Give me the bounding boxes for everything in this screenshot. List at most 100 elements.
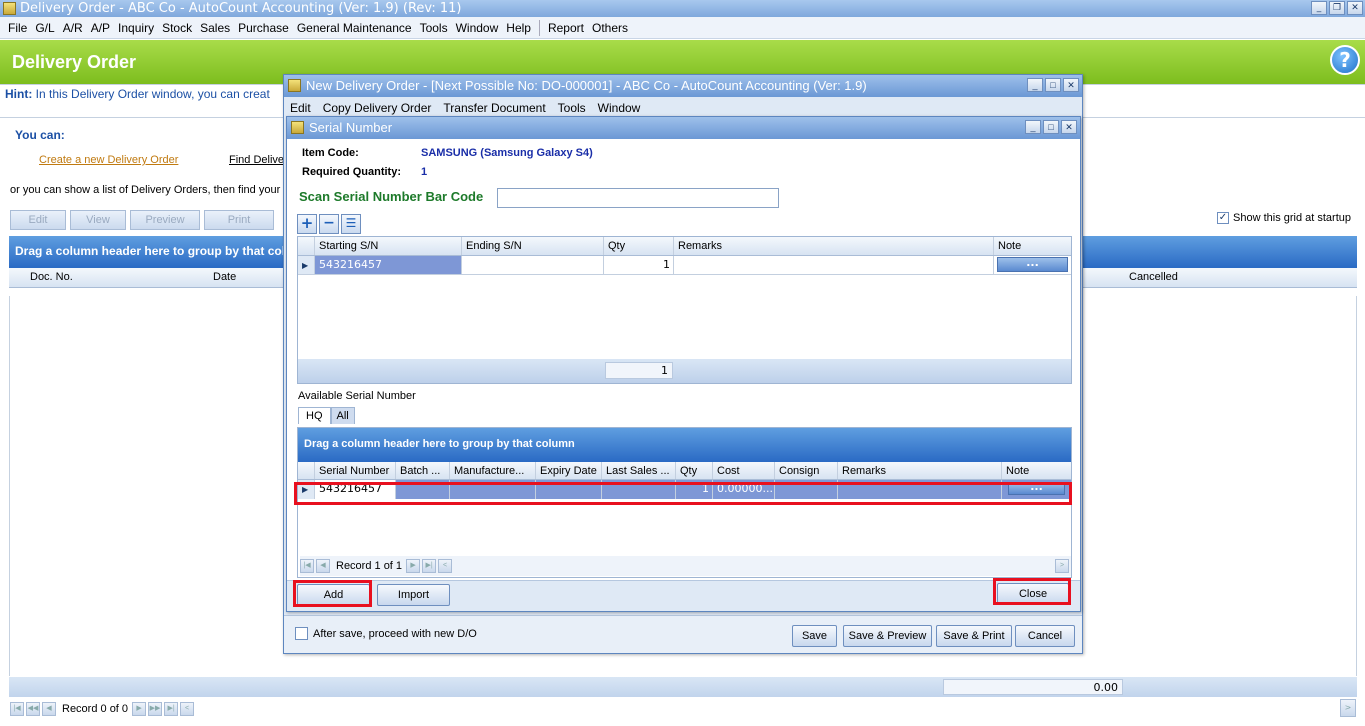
next-page-icon[interactable]: ▶▶ (148, 702, 163, 716)
new-do-close-button[interactable]: ✕ (1063, 78, 1079, 92)
menu-ap[interactable]: A/P (87, 21, 114, 35)
serial-minimize-button[interactable]: _ (1025, 120, 1041, 134)
remarks-cell[interactable] (674, 256, 994, 274)
show-grid-checkbox[interactable]: ✓ (1217, 212, 1229, 224)
after-save-checkbox[interactable] (295, 627, 308, 640)
do-menu-transfer[interactable]: Transfer Document (443, 97, 545, 115)
col-expiry-date[interactable]: Expiry Date (536, 462, 602, 479)
col-note[interactable]: Note (994, 237, 1071, 255)
table-row[interactable]: ▶ 543216457 1 ... (298, 256, 1071, 275)
col-ending-sn[interactable]: Ending S/N (462, 237, 604, 255)
note-cell: ... (994, 256, 1071, 274)
save-button[interactable]: Save (792, 625, 837, 647)
new-do-minimize-button[interactable]: _ (1027, 78, 1043, 92)
menu-help[interactable]: Help (502, 21, 535, 35)
col-consign[interactable]: Consign (775, 462, 838, 479)
serial-entry-grid: Starting S/N Ending S/N Qty Remarks Note… (297, 236, 1072, 384)
menu-purchase[interactable]: Purchase (234, 21, 293, 35)
serial-body: Item Code: SAMSUNG (Samsung Galaxy S4) R… (287, 139, 1080, 611)
first-record-icon[interactable]: |◀ (300, 559, 314, 573)
qty-cell[interactable]: 1 (604, 256, 674, 274)
print-button[interactable]: Print (204, 210, 274, 230)
new-do-maximize-button[interactable]: □ (1045, 78, 1061, 92)
menu-inquiry[interactable]: Inquiry (114, 21, 158, 35)
col-remarks[interactable]: Remarks (674, 237, 994, 255)
cancel-button[interactable]: Cancel (1015, 625, 1075, 647)
help-icon[interactable]: ? (1330, 45, 1360, 75)
insert-row-icon[interactable]: ☰ (341, 214, 361, 234)
after-save-option[interactable]: After save, proceed with new D/O (295, 627, 477, 640)
serial-maximize-button[interactable]: □ (1043, 120, 1059, 134)
scan-barcode-input[interactable] (497, 188, 779, 208)
col-date[interactable]: Date (213, 268, 236, 287)
col-manufacture[interactable]: Manufacture... (450, 462, 536, 479)
menu-ar[interactable]: A/R (59, 21, 87, 35)
serial-close-button[interactable]: ✕ (1061, 120, 1077, 134)
do-menu-tools[interactable]: Tools (558, 97, 586, 115)
do-menu-copy[interactable]: Copy Delivery Order (323, 97, 432, 115)
save-print-button[interactable]: Save & Print (936, 625, 1012, 647)
you-can-label: You can: (15, 128, 65, 142)
show-grid-label: Show this grid at startup (1233, 212, 1352, 224)
item-code-value: SAMSUNG (Samsung Galaxy S4) (421, 147, 593, 159)
prev-record-icon[interactable]: ◀ (316, 559, 330, 573)
scroll-right-icon[interactable]: > (1340, 699, 1356, 717)
row-indicator-icon: ▶ (298, 256, 315, 274)
col-cost[interactable]: Cost (713, 462, 775, 479)
next-record-icon[interactable]: ▶ (132, 702, 147, 716)
note-button[interactable]: ... (997, 257, 1068, 272)
minimize-button[interactable]: _ (1311, 1, 1327, 15)
highlight-available-row (294, 482, 1072, 505)
starting-sn-cell[interactable]: 543216457 (315, 256, 462, 274)
tab-all[interactable]: All (330, 407, 355, 424)
scroll-left-icon[interactable]: < (180, 702, 195, 716)
menu-window[interactable]: Window (452, 21, 503, 35)
col-last-sales[interactable]: Last Sales ... (602, 462, 676, 479)
last-record-icon[interactable]: ▶| (422, 559, 437, 573)
menu-stock[interactable]: Stock (158, 21, 196, 35)
col-avail-remarks[interactable]: Remarks (838, 462, 1002, 479)
menu-tools[interactable]: Tools (416, 21, 452, 35)
hint-label: Hint: (5, 87, 33, 101)
scroll-left-icon[interactable]: < (438, 559, 453, 573)
restore-button[interactable]: ❐ (1329, 1, 1345, 15)
ending-sn-cell[interactable] (462, 256, 604, 274)
first-record-icon[interactable]: |◀ (10, 702, 24, 716)
col-avail-note[interactable]: Note (1002, 462, 1071, 479)
create-do-link[interactable]: Create a new Delivery Order (39, 154, 178, 166)
col-batch[interactable]: Batch ... (396, 462, 450, 479)
last-record-icon[interactable]: ▶| (164, 702, 179, 716)
import-button[interactable]: Import (377, 584, 450, 606)
scroll-right-icon[interactable]: > (1055, 559, 1069, 573)
menu-others[interactable]: Others (588, 21, 632, 35)
prev-page-icon[interactable]: ◀◀ (26, 702, 40, 716)
view-button[interactable]: View (70, 210, 126, 230)
close-button[interactable]: ✕ (1347, 1, 1363, 15)
find-do-link[interactable]: Find Delive (229, 154, 284, 166)
col-cancelled[interactable]: Cancelled (1129, 268, 1178, 287)
preview-button[interactable]: Preview (130, 210, 200, 230)
prev-record-icon[interactable]: ◀ (42, 702, 56, 716)
scan-barcode-label: Scan Serial Number Bar Code (299, 189, 484, 204)
menu-sales[interactable]: Sales (196, 21, 234, 35)
delete-row-icon[interactable]: − (319, 214, 339, 234)
do-menu-window[interactable]: Window (598, 97, 641, 115)
tab-hq[interactable]: HQ (298, 407, 331, 424)
menu-general-maintenance[interactable]: General Maintenance (293, 21, 416, 35)
edit-button[interactable]: Edit (10, 210, 66, 230)
col-starting-sn[interactable]: Starting S/N (315, 237, 462, 255)
col-serial-number[interactable]: Serial Number (315, 462, 396, 479)
col-doc-no[interactable]: Doc. No. (30, 268, 73, 287)
save-preview-button[interactable]: Save & Preview (843, 625, 932, 647)
col-avail-qty[interactable]: Qty (676, 462, 713, 479)
menu-file[interactable]: File (4, 21, 31, 35)
highlight-close-button (993, 578, 1071, 605)
next-record-icon[interactable]: ▶ (406, 559, 421, 573)
col-qty[interactable]: Qty (604, 237, 674, 255)
menu-gl[interactable]: G/L (31, 21, 58, 35)
qty-total: 1 (605, 362, 673, 379)
menu-report[interactable]: Report (544, 21, 588, 35)
do-menu-edit[interactable]: Edit (290, 97, 311, 115)
add-row-icon[interactable]: + (297, 214, 317, 234)
show-grid-option[interactable]: ✓ Show this grid at startup (1217, 212, 1351, 224)
